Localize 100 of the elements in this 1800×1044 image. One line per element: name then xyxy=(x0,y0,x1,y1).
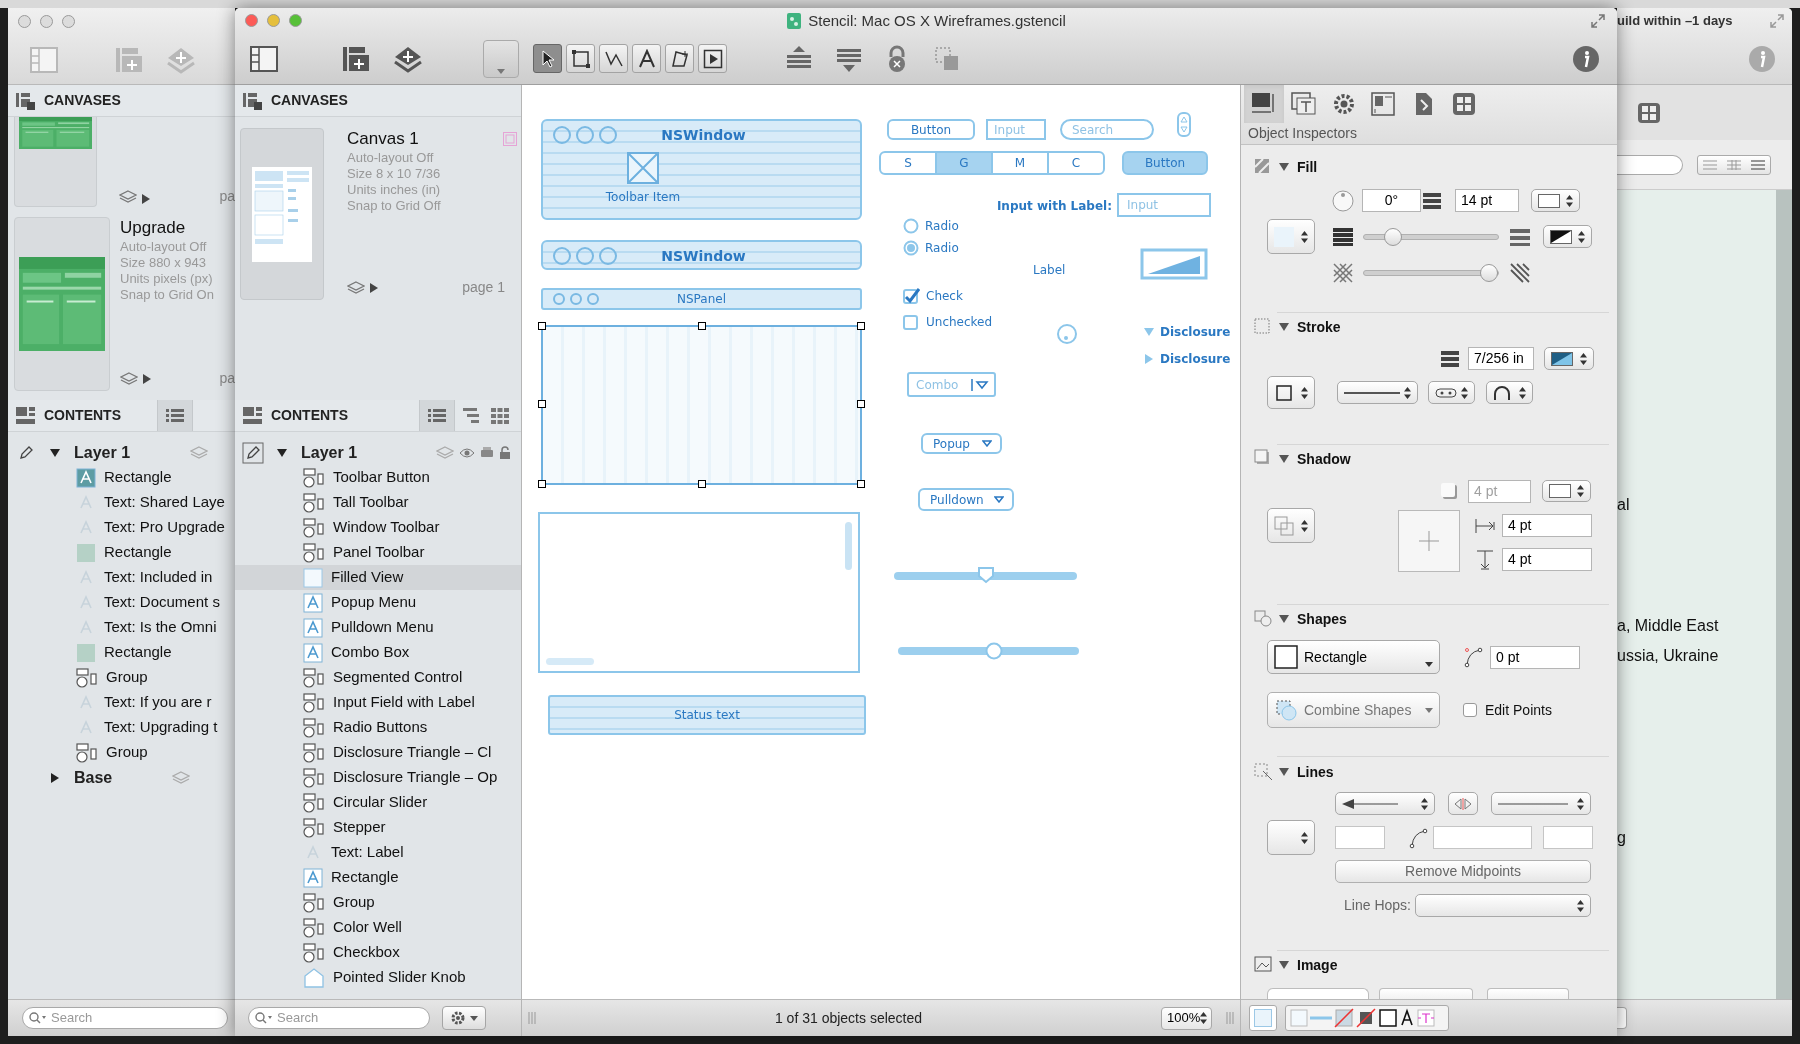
canvas-name: Upgrade xyxy=(120,217,187,239)
popup-mockup: Popup xyxy=(921,433,1002,454)
text-field[interactable]: 0 pt xyxy=(1490,645,1580,669)
page-label: pa xyxy=(219,369,235,388)
layer-item[interactable]: Text: Pro Upgrade xyxy=(8,515,235,540)
input-label: Input with Label: xyxy=(995,198,1112,215)
section-title: Shadow xyxy=(1297,449,1351,469)
button-mockup: Button xyxy=(887,119,975,140)
window-title: uild within –1 days xyxy=(1617,12,1733,31)
window-title: NSWindow xyxy=(660,246,747,266)
radio-label: Radio xyxy=(925,218,959,235)
radio-label: Radio xyxy=(925,240,959,257)
checkbox-label: Edit Points xyxy=(1485,700,1552,720)
remove-midpoints-button[interactable]: Remove Midpoints xyxy=(1335,860,1591,883)
inspector-title: Object Inspectors xyxy=(1248,124,1358,143)
status-text: Status text xyxy=(674,707,740,724)
segment-mockup: S xyxy=(879,151,937,175)
selection-status: 1 of 31 objects selected xyxy=(773,1008,924,1028)
panel-title: NSPanel xyxy=(676,291,727,308)
canvas-name: Canvas 1 xyxy=(347,128,419,150)
layer-item[interactable]: Segmented Control xyxy=(235,665,521,690)
layer-item[interactable]: Circular Slider xyxy=(235,790,521,815)
layer-item[interactable]: Radio Buttons xyxy=(235,715,521,740)
canvas-detail: Size 880 x 943 xyxy=(120,255,207,271)
toolbar-item-label: Toolbar Item xyxy=(605,189,681,206)
layer-item[interactable]: Panel Toolbar xyxy=(235,540,521,565)
input-mockup: Input xyxy=(986,119,1046,140)
layer-item[interactable]: Toolbar Button xyxy=(235,465,521,490)
page-label: page 1 xyxy=(462,278,505,297)
canvas-detail: Size 8 x 10 7/36 xyxy=(347,166,442,182)
text-field[interactable]: 14 pt xyxy=(1455,189,1519,212)
layer-item[interactable]: Text: Included in xyxy=(8,565,235,590)
layer-item[interactable]: Rectangle xyxy=(8,640,235,665)
document-text: ussia, Ukraine xyxy=(1617,646,1720,666)
window-title: Stencil: Mac OS X Wireframes.gstencil xyxy=(808,10,1066,31)
page-label: pa xyxy=(219,187,235,206)
pulldown-mockup: Pulldown xyxy=(918,488,1014,511)
text-field[interactable]: 4 pt xyxy=(1502,548,1592,571)
text-field[interactable]: 4 pt xyxy=(1502,514,1592,537)
combo-box-mockup: Combo xyxy=(907,372,996,397)
layer-item[interactable]: Group xyxy=(235,890,521,915)
section-title: Fill xyxy=(1297,157,1318,177)
canvas-detail: Units inches (in) xyxy=(347,182,442,198)
document-text: al xyxy=(1617,495,1631,515)
layer-item[interactable]: Rectangle xyxy=(235,865,521,890)
canvas-detail: Units pixels (px) xyxy=(120,271,214,287)
layer-item[interactable]: Filled View xyxy=(235,565,521,590)
layer-item[interactable]: Tall Toolbar xyxy=(235,490,521,515)
layer-name[interactable]: Layer 1 xyxy=(74,440,131,465)
layer-item[interactable]: Text: Is the Omni xyxy=(8,615,235,640)
canvas-detail: Snap to Grid On xyxy=(120,287,215,303)
panel-title: CONTENTS xyxy=(44,406,121,425)
default-button-mockup: Button xyxy=(1122,151,1208,175)
segment-mockup: M xyxy=(991,151,1049,175)
layer-name[interactable]: Base xyxy=(74,765,113,790)
shape-popup[interactable]: Rectangle xyxy=(1267,640,1440,674)
segment-mockup: C xyxy=(1047,151,1105,175)
panel-title: CANVASES xyxy=(44,91,121,110)
layer-item[interactable]: Text: Upgrading t xyxy=(8,715,235,740)
document-text: g xyxy=(1617,828,1627,848)
layer-item[interactable]: Pulldown Menu xyxy=(235,615,521,640)
layer-item[interactable]: Group xyxy=(8,665,235,690)
layer-item[interactable]: Group xyxy=(8,740,235,765)
segment-mockup: G xyxy=(935,151,993,175)
label-mockup: Label xyxy=(1033,262,1066,279)
panel-title: CONTENTS xyxy=(271,406,348,425)
disclosure-label: Disclosure xyxy=(1160,324,1231,341)
text-field[interactable]: 0° xyxy=(1362,189,1421,212)
canvas-detail: Auto-layout Off xyxy=(120,239,208,255)
section-title: Lines xyxy=(1297,762,1334,782)
section-title: Image xyxy=(1297,955,1338,975)
layer-item[interactable]: Input Field with Label xyxy=(235,690,521,715)
layer-item[interactable]: Rectangle xyxy=(8,540,235,565)
combine-shapes-button[interactable]: Combine Shapes xyxy=(1267,692,1440,728)
checkbox-label: Unchecked xyxy=(926,314,993,331)
layer-item[interactable]: Text: Document s xyxy=(8,590,235,615)
search-mockup: Search xyxy=(1060,119,1154,140)
checkbox-label: Check xyxy=(926,288,963,305)
text-field[interactable]: 7/256 in xyxy=(1468,347,1534,370)
layer-item[interactable]: Disclosure Triangle – Op xyxy=(235,765,521,790)
layer-item[interactable]: Text: Shared Laye xyxy=(8,490,235,515)
layer-name[interactable]: Layer 1 xyxy=(301,440,358,465)
layer-item[interactable]: Popup Menu xyxy=(235,590,521,615)
layer-item[interactable]: Color Well xyxy=(235,915,521,940)
section-title: Stroke xyxy=(1297,317,1341,337)
canvas-detail: Auto-layout Off xyxy=(347,150,435,166)
panel-title: CANVASES xyxy=(271,91,348,110)
document-text: a, Middle East xyxy=(1617,616,1720,636)
layer-item[interactable]: Stepper xyxy=(235,815,521,840)
layer-item[interactable]: Rectangle xyxy=(8,465,235,490)
layer-item[interactable]: Disclosure Triangle – Cl xyxy=(235,740,521,765)
layer-item[interactable]: Window Toolbar xyxy=(235,515,521,540)
layer-item[interactable]: Combo Box xyxy=(235,640,521,665)
layer-item[interactable]: Pointed Slider Knob xyxy=(235,965,521,990)
zoom-popup[interactable]: 100% xyxy=(1161,1006,1212,1030)
layer-item[interactable]: Text: If you are r xyxy=(8,690,235,715)
canvas-detail: Snap to Grid Off xyxy=(347,198,442,214)
layer-item[interactable]: Checkbox xyxy=(235,940,521,965)
layer-item[interactable]: Text: Label xyxy=(235,840,521,865)
window-title: NSWindow xyxy=(660,125,747,145)
